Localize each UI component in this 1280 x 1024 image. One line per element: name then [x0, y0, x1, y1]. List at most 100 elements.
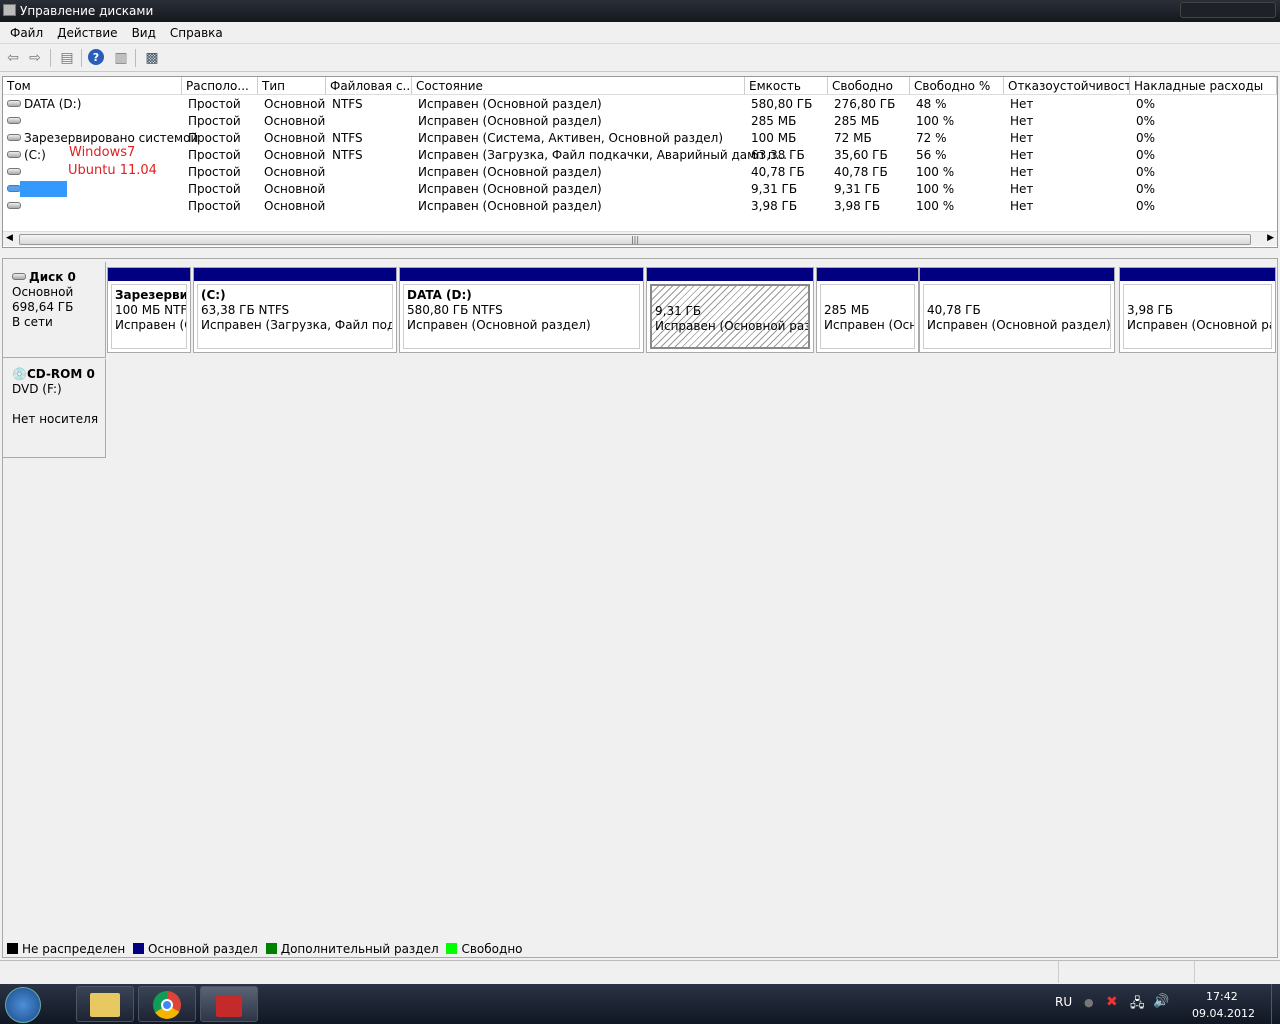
partition-size: 3,98 ГБ	[1127, 303, 1174, 317]
volume-icon	[7, 134, 21, 141]
cell-status: Исправен (Основной раздел)	[418, 164, 602, 181]
volume-icon[interactable]: 🔊	[1153, 994, 1169, 1009]
antivirus-icon[interactable]: ✖	[1106, 994, 1118, 1010]
cell-text: 100 МБ	[751, 131, 797, 145]
console-tree-icon[interactable]: ▤	[58, 49, 76, 67]
cell-name: DATA (D:)	[5, 96, 81, 113]
cell-text: 0%	[1136, 165, 1156, 179]
volume-row[interactable]: Зарезервировано системой Простой Основной N…	[3, 130, 1277, 147]
cell-overhead: 0%	[1136, 113, 1155, 130]
partition-status: Исправен (С	[115, 318, 187, 332]
legend-swatch-unallocated	[7, 943, 18, 954]
start-button[interactable]	[5, 987, 41, 1023]
cell-status: Исправен (Загрузка, Файл подкачки, Авари…	[418, 147, 787, 164]
cell-text: Зарезервировано системой	[24, 131, 199, 145]
volume-row[interactable]: Простой Основной Исправен (Основной раздел…	[3, 164, 1277, 181]
partition-block[interactable]: (C:) 63,38 ГБ NTFS Исправен (Загрузка, Фай…	[193, 267, 397, 353]
forward-icon[interactable]: ⇨	[26, 49, 44, 67]
partition-block[interactable]: 9,31 ГБИсправен (Основной раздел)	[646, 267, 814, 353]
partition-block[interactable]: Зарезервир100 МБ NTFSИсправен (С	[107, 267, 191, 353]
cell-type: Основной	[264, 96, 325, 113]
partition-block[interactable]: 285 МБ Исправен (Осно	[816, 267, 919, 353]
cdrom-name: CD-ROM 0	[26, 367, 95, 381]
taskbar-disk-management[interactable]	[200, 986, 258, 1022]
menu-action[interactable]: Действие	[50, 22, 124, 44]
partition-size: 9,31 ГБ	[655, 304, 702, 318]
col-volume[interactable]: Том	[3, 77, 182, 95]
partition-type-bar	[400, 268, 643, 281]
cell-text: 580,80 ГБ	[751, 97, 813, 111]
partition-info: Зарезервир100 МБ NTFSИсправен (С	[111, 284, 187, 349]
col-layout[interactable]: Располо...	[182, 77, 258, 95]
volume-icon	[7, 185, 21, 192]
col-capacity[interactable]: Емкость	[745, 77, 828, 95]
cell-text: 100 %	[916, 165, 955, 179]
window-controls[interactable]	[1180, 2, 1276, 18]
cell-text: 63,38 ГБ	[751, 148, 805, 162]
action-pane-icon[interactable]: ▥	[112, 49, 130, 67]
volume-list[interactable]: Том Располо... Тип Файловая с... Состоян…	[2, 76, 1278, 248]
folder-icon	[90, 993, 120, 1017]
partition-block[interactable]: DATA (D:) 580,80 ГБ NTFS Исправен (Основно…	[399, 267, 644, 353]
cell-name	[5, 164, 24, 181]
toolbox-icon	[216, 995, 242, 1017]
volume-row[interactable]: (C:) Простой Основной NTFS Исправен (Загрузк…	[3, 147, 1277, 164]
volume-row[interactable]: Простой Основной Исправен (Основной раздел…	[3, 113, 1277, 130]
cell-text: 276,80 ГБ	[834, 97, 896, 111]
partition-block[interactable]: 40,78 ГБ Исправен (Основной раздел)	[919, 267, 1115, 353]
col-free[interactable]: Свободно	[828, 77, 910, 95]
menu-file[interactable]: Файл	[0, 22, 50, 44]
cell-name	[5, 113, 24, 130]
partition-status: Исправен (Основной раздел)	[407, 318, 591, 332]
menu-help[interactable]: Справка	[163, 22, 230, 44]
horizontal-scrollbar[interactable]: ◀ ||| ▶	[3, 231, 1277, 246]
cell-type: Основной	[264, 130, 325, 147]
col-overhead[interactable]: Накладные расходы	[1130, 77, 1277, 95]
disk0-label[interactable]: Диск 0 Основной 698,64 ГБ В сети	[3, 262, 106, 358]
cell-text: 0%	[1136, 199, 1156, 213]
scroll-left-icon[interactable]: ◀	[6, 233, 13, 243]
col-free-pct[interactable]: Свободно %	[910, 77, 1004, 95]
cell-type: Основной	[264, 164, 325, 181]
volume-row[interactable]: Простой Основной Исправен (Основной раздел…	[3, 181, 1277, 198]
partition-status: Исправен (Основной раздел)	[927, 318, 1111, 332]
partition-title	[824, 288, 914, 303]
cell-free_pct: 72 %	[916, 130, 947, 147]
scroll-right-icon[interactable]: ▶	[1267, 233, 1274, 243]
disk-name: Диск 0	[29, 270, 76, 284]
legend-unallocated: Не распределен	[22, 942, 126, 956]
cell-layout: Простой	[188, 198, 241, 215]
col-status[interactable]: Состояние	[412, 77, 745, 95]
col-fault-tolerance[interactable]: Отказоустойчивость	[1004, 77, 1130, 95]
clock-date[interactable]: 09.04.2012	[1192, 1007, 1255, 1020]
cell-type: Основной	[264, 181, 325, 198]
col-type[interactable]: Тип	[258, 77, 326, 95]
cdrom0-label[interactable]: 💿CD-ROM 0 DVD (F:) Нет носителя	[3, 359, 106, 458]
taskbar-explorer[interactable]	[76, 986, 134, 1022]
help-icon[interactable]: ?	[88, 49, 104, 65]
col-filesystem[interactable]: Файловая с...	[326, 77, 412, 95]
properties-icon[interactable]: ▩	[143, 49, 161, 67]
status-bar	[0, 960, 1280, 983]
language-indicator[interactable]: RU	[1055, 995, 1072, 1009]
partition-block[interactable]: 3,98 ГБИсправен (Основной раздел)	[1119, 267, 1276, 353]
volume-row[interactable]: Простой Основной Исправен (Основной раздел…	[3, 198, 1277, 215]
partition-info: 40,78 ГБ Исправен (Основной раздел)	[923, 284, 1111, 349]
taskbar-chrome[interactable]	[138, 986, 196, 1022]
back-icon[interactable]: ⇦	[4, 49, 22, 67]
cell-text: (C:)	[24, 148, 46, 162]
cell-capacity: 3,98 ГБ	[751, 198, 797, 215]
cell-text: 48 %	[916, 97, 947, 111]
menu-view[interactable]: Вид	[125, 22, 163, 44]
tray-app-icon[interactable]: ●	[1084, 996, 1094, 1009]
cell-text: Основной	[264, 182, 326, 196]
volume-row[interactable]: DATA (D:) Простой Основной NTFS Исправен (Ос…	[3, 96, 1277, 113]
network-icon[interactable]: 🖧	[1130, 994, 1145, 1016]
scrollbar-thumb[interactable]: |||	[19, 234, 1251, 245]
show-desktop-button[interactable]	[1271, 984, 1280, 1024]
cell-text: Простой	[188, 165, 241, 179]
partition-size: 63,38 ГБ NTFS	[201, 303, 290, 317]
cell-status: Исправен (Основной раздел)	[418, 181, 602, 198]
cell-free: 3,98 ГБ	[834, 198, 880, 215]
clock-time[interactable]: 17:42	[1206, 990, 1238, 1003]
